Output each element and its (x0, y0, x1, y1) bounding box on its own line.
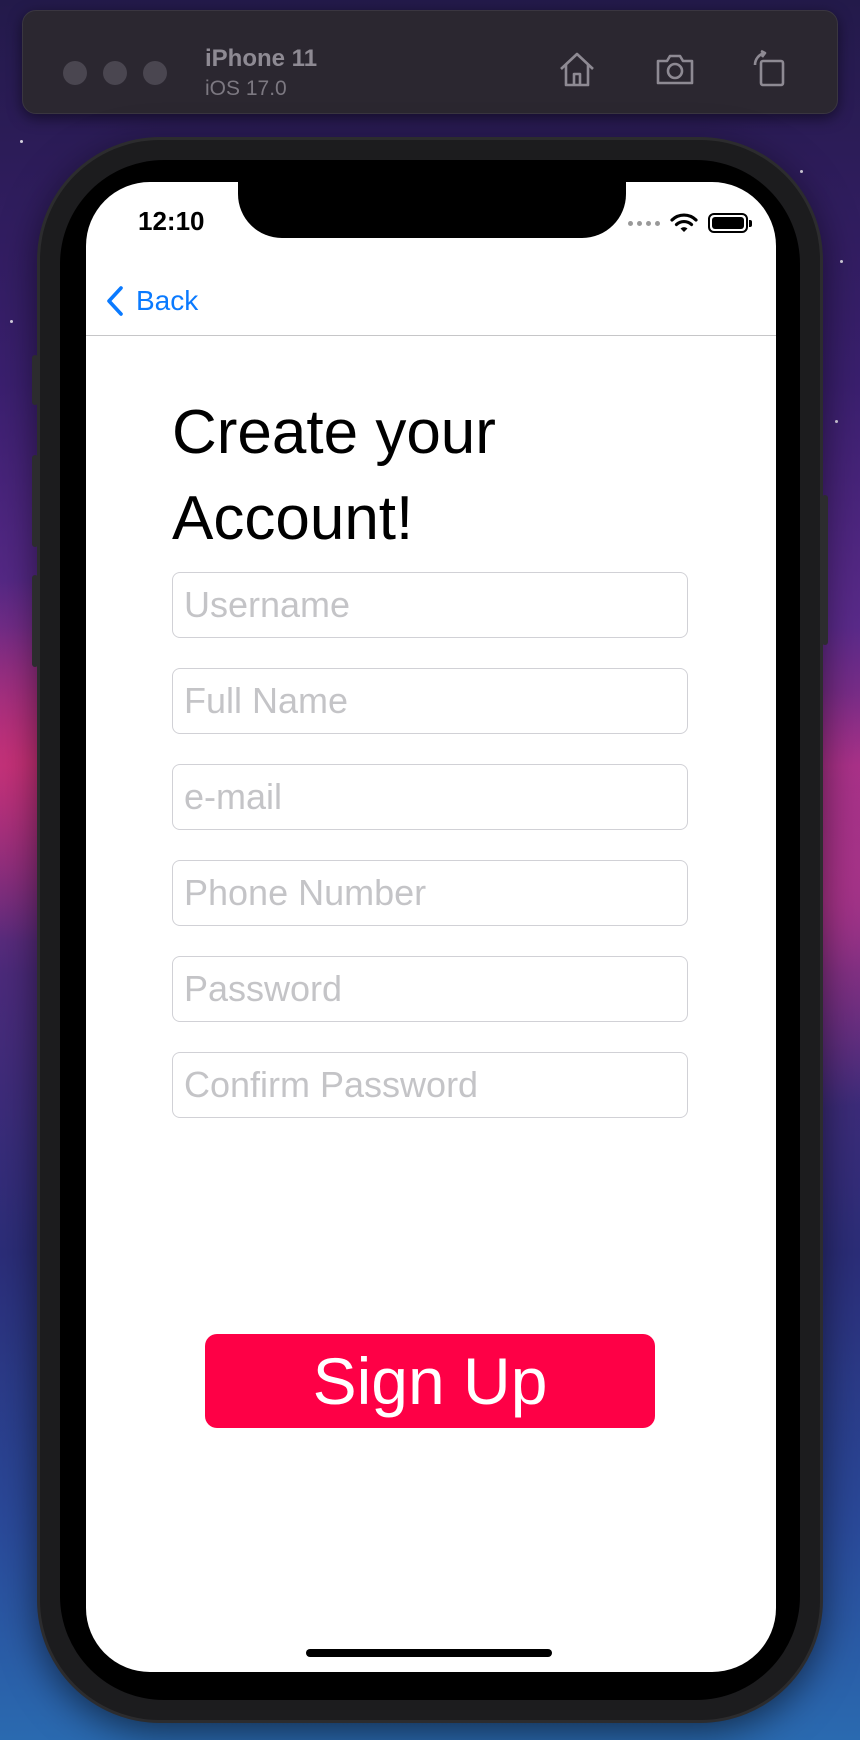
title-line-1: Create your (172, 398, 496, 467)
battery-icon (708, 213, 752, 233)
full-name-field[interactable] (172, 668, 688, 734)
window-close-button[interactable] (63, 61, 87, 85)
page-title: Create your Account! (172, 390, 652, 562)
navigation-bar: Back (86, 270, 776, 336)
power-button (822, 495, 828, 645)
home-icon[interactable] (555, 47, 599, 91)
wifi-icon (670, 213, 698, 232)
device-os-version: iOS 17.0 (205, 77, 287, 100)
device-name: iPhone 11 (205, 45, 318, 72)
back-button[interactable]: Back (104, 284, 198, 318)
cellular-dots-icon (628, 220, 660, 226)
camera-icon[interactable] (653, 47, 697, 91)
password-field[interactable] (172, 956, 688, 1022)
status-icons (628, 212, 752, 234)
notch (238, 182, 626, 238)
volume-down-button (32, 575, 38, 667)
back-label: Back (136, 285, 199, 316)
title-line-2: Account! (172, 484, 414, 553)
simulator-toolbar: iPhone 11 iOS 17.0 (22, 10, 838, 114)
phone-number-field[interactable] (172, 860, 688, 926)
sign-up-button[interactable]: Sign Up (205, 1334, 655, 1428)
confirm-password-field[interactable] (172, 1052, 688, 1118)
phone-screen: 12:10 Back Create your Account! Sign Up (86, 182, 776, 1672)
email-field[interactable] (172, 764, 688, 830)
window-minimize-button[interactable] (103, 61, 127, 85)
status-time: 12:10 (138, 206, 205, 236)
home-indicator (306, 1649, 552, 1657)
mute-switch (32, 355, 38, 405)
rotate-icon[interactable] (747, 47, 791, 91)
username-field[interactable] (172, 572, 688, 638)
chevron-left-icon (107, 286, 123, 316)
window-zoom-button[interactable] (143, 61, 167, 85)
volume-up-button (32, 455, 38, 547)
